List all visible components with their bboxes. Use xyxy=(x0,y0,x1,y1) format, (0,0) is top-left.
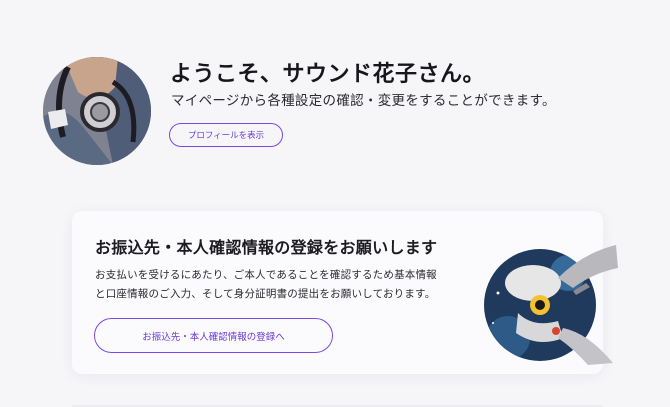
notice-body-line: と口座情報のご入力、そして身分証明書の提出をお願いしております。 xyxy=(95,288,436,300)
avatar-image xyxy=(43,57,151,165)
notice-body-line: お支払いを受けるにあたり、ご本人であることを確認するため基本情報 xyxy=(95,269,437,281)
view-profile-button[interactable]: プロフィールを表示 xyxy=(169,123,283,147)
collage-illustration-icon xyxy=(484,245,618,365)
welcome-subtitle: マイページから各種設定の確認・変更をすることができます。 xyxy=(171,93,556,109)
avatar xyxy=(43,57,151,165)
register-payment-identity-button[interactable]: お振込先・本人確認情報の登録へ xyxy=(94,318,333,353)
welcome-title: ようこそ、サウンド花子さん。 xyxy=(170,62,486,87)
notice-illustration xyxy=(478,243,618,365)
notice-body: お支払いを受けるにあたり、ご本人であることを確認するため基本情報 と口座情報のご… xyxy=(95,266,437,304)
notice-title: お振込先・本人確認情報の登録をお願いします xyxy=(95,238,438,257)
